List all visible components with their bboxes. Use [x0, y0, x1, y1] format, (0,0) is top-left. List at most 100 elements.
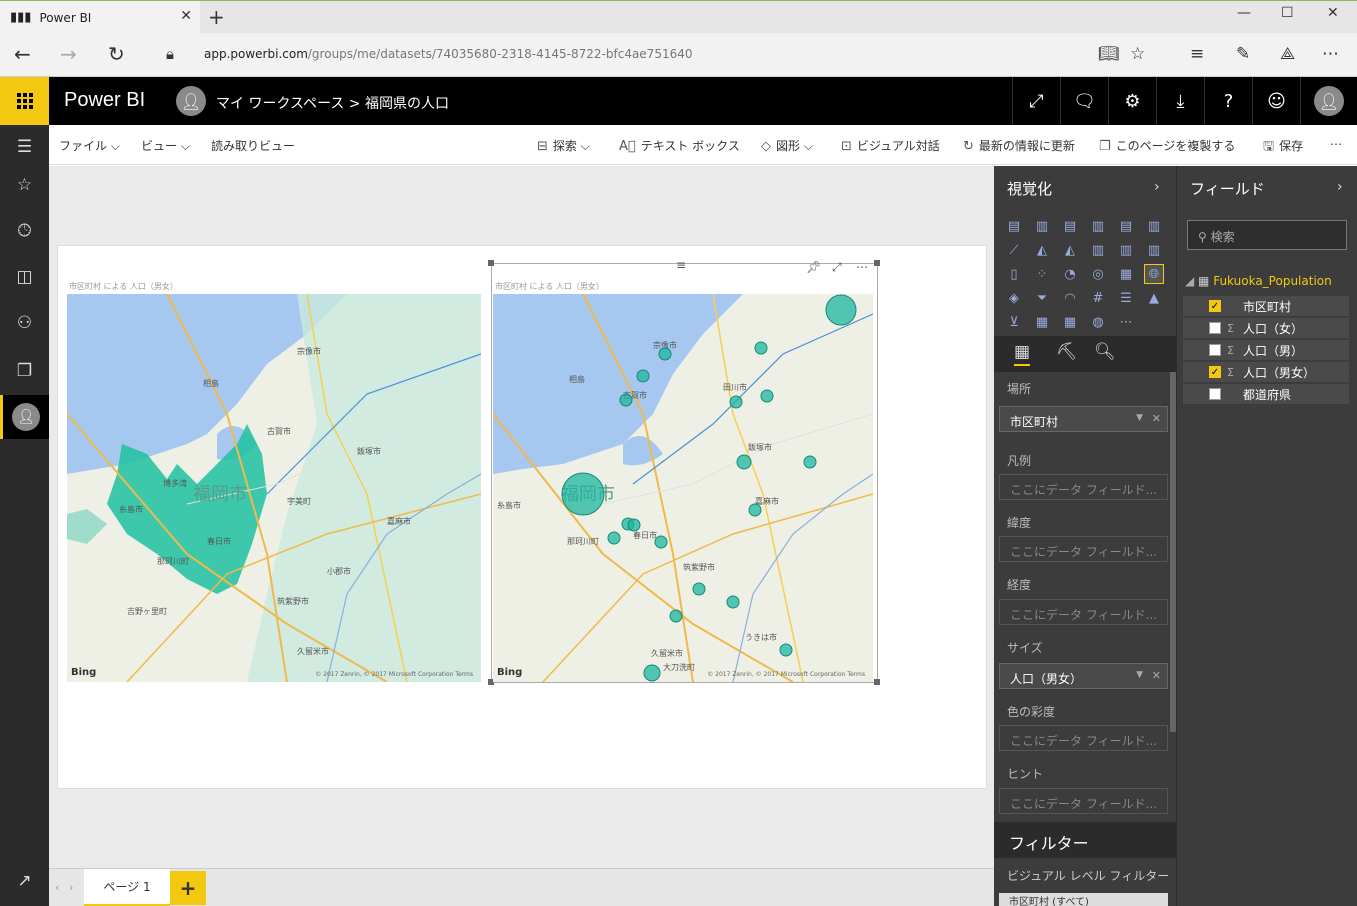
- latitude-well[interactable]: ここにデータ フィールド...: [999, 536, 1168, 562]
- multi-row-card-icon[interactable]: ☰: [1116, 288, 1136, 308]
- hub-icon[interactable]: ≡: [1190, 44, 1204, 64]
- resize-handle[interactable]: [874, 260, 880, 266]
- forward-icon[interactable]: →: [60, 42, 77, 66]
- visual-interaction-button[interactable]: ⊡ ビジュアル対話: [841, 137, 940, 154]
- share-icon[interactable]: ⟁: [1280, 44, 1295, 64]
- workspaces-icon[interactable]: ❐: [0, 349, 49, 393]
- well-dropdown-icon[interactable]: ▼: [1136, 413, 1143, 423]
- favorites-star-icon[interactable]: ☆: [0, 163, 49, 207]
- longitude-well[interactable]: ここにデータ フィールド...: [999, 599, 1168, 625]
- ribbon-chart-icon[interactable]: ▥: [1144, 240, 1164, 260]
- card-icon[interactable]: #: [1088, 288, 1108, 308]
- gauge-icon[interactable]: ◠: [1060, 288, 1080, 308]
- text-box-button[interactable]: A⃞ テキスト ボックス: [619, 137, 740, 154]
- field-item[interactable]: ✓ 市区町村: [1183, 296, 1349, 316]
- collapse-fields-pane-icon[interactable]: ›: [1337, 179, 1343, 195]
- favorite-star-icon[interactable]: ☆: [1130, 44, 1145, 64]
- toolbar-more-icon[interactable]: ⋯: [1330, 137, 1342, 151]
- remove-field-icon[interactable]: ✕: [1152, 669, 1161, 682]
- filled-map-icon[interactable]: ◈: [1004, 288, 1024, 308]
- 100-bar-chart-icon[interactable]: ▤: [1116, 216, 1136, 236]
- resize-handle[interactable]: [488, 260, 494, 266]
- stacked-bar-chart-icon[interactable]: ▤: [1004, 216, 1024, 236]
- breadcrumb[interactable]: マイ ワークスペース > 福岡県の人口: [216, 93, 449, 113]
- page-prev-icon[interactable]: ‹: [55, 881, 59, 894]
- arcgis-globe-icon[interactable]: ◍: [1088, 312, 1108, 332]
- donut-chart-icon[interactable]: ◎: [1088, 264, 1108, 284]
- add-page-button[interactable]: +: [170, 871, 206, 905]
- table-node[interactable]: ◢ ▦ Fukuoka_Population: [1185, 274, 1332, 288]
- location-well[interactable]: 市区町村 ▼ ✕: [999, 406, 1168, 432]
- page-next-icon[interactable]: ›: [69, 881, 73, 894]
- download-icon[interactable]: ⤓: [1156, 77, 1204, 125]
- well-dropdown-icon[interactable]: ▼: [1136, 670, 1143, 680]
- checkbox-checked[interactable]: ✓: [1209, 300, 1221, 312]
- legend-well[interactable]: ここにデータ フィールド...: [999, 474, 1168, 500]
- map-canvas[interactable]: 福岡市 宗像市 古賀市 飯塚市 嘉麻市 糸島市 春日市 那珂川町 筑紫野市 久留…: [493, 294, 873, 682]
- checkbox[interactable]: [1209, 388, 1221, 400]
- bubble-map-visual[interactable]: 市区町村 による 人口（男女） 福岡市 宗像市 古賀市 飯塚市: [493, 281, 875, 686]
- filled-map-visual[interactable]: 市区町村 による 人口（男女） 福岡市 宗像市 古賀市 飯塚市 宇美町 糸島市 …: [67, 281, 483, 686]
- save-button[interactable]: 🖫︎ 保存: [1263, 137, 1303, 159]
- line-chart-icon[interactable]: ⟋: [1004, 240, 1024, 260]
- shapes-menu[interactable]: ◇ 図形 ⌵: [761, 137, 813, 154]
- app-launcher-icon[interactable]: [0, 77, 49, 125]
- filter-card[interactable]: 市区町村 (すべて): [999, 893, 1168, 906]
- remove-field-icon[interactable]: ✕: [1152, 412, 1161, 425]
- checkbox[interactable]: [1209, 344, 1221, 356]
- pie-chart-icon[interactable]: ◔: [1060, 264, 1080, 284]
- url-field[interactable]: app.powerbi.com/groups/me/datasets/74035…: [204, 47, 693, 61]
- kpi-icon[interactable]: ▲: [1144, 288, 1164, 308]
- minimize-icon[interactable]: —: [1237, 5, 1251, 21]
- field-item[interactable]: ✓ Σ 人口（男女）: [1183, 362, 1349, 382]
- table-icon[interactable]: ▦: [1032, 312, 1052, 332]
- maximize-icon[interactable]: ☐: [1281, 5, 1294, 21]
- checkbox[interactable]: [1209, 322, 1221, 334]
- map-copyright[interactable]: © 2017 Zenrin, © 2017 Microsoft Corporat…: [315, 671, 473, 678]
- scatter-chart-icon[interactable]: ⁘: [1032, 264, 1052, 284]
- help-icon[interactable]: ?: [1204, 77, 1252, 125]
- reading-view-icon[interactable]: 📖︎: [1098, 44, 1120, 64]
- stacked-column-chart-icon[interactable]: ▥: [1032, 216, 1052, 236]
- treemap-icon[interactable]: ▦: [1116, 264, 1136, 284]
- app-brand[interactable]: Power BI: [64, 89, 145, 112]
- 100-column-chart-icon[interactable]: ▥: [1144, 216, 1164, 236]
- get-data-arrow-icon[interactable]: ↗: [0, 859, 49, 903]
- format-paint-roller-icon[interactable]: ⛏︎: [1056, 342, 1078, 362]
- refresh-button[interactable]: ↻ 最新の情報に更新: [963, 137, 1075, 154]
- collapse-viz-pane-icon[interactable]: ›: [1154, 179, 1160, 195]
- view-menu[interactable]: ビュー ⌵: [141, 137, 190, 154]
- browser-tab[interactable]: ▮▮▮ Power BI ✕: [0, 1, 200, 34]
- my-workspace-icon[interactable]: 👤︎: [0, 395, 49, 439]
- feedback-smiley-icon[interactable]: ☺: [1252, 77, 1300, 125]
- funnel-icon[interactable]: ⏷: [1032, 288, 1052, 308]
- field-item[interactable]: Σ 人口（女）: [1183, 318, 1349, 338]
- map-globe-icon[interactable]: 🌐︎: [1144, 264, 1164, 284]
- shared-with-me-icon[interactable]: ⚇: [0, 301, 49, 345]
- field-item[interactable]: Σ 人口（男）: [1183, 340, 1349, 360]
- pin-icon[interactable]: 📌︎: [806, 260, 821, 274]
- field-item[interactable]: 都道府県: [1183, 384, 1349, 404]
- page-tab-1[interactable]: ページ 1: [84, 869, 170, 906]
- comment-icon[interactable]: 🗨︎: [1060, 77, 1108, 125]
- settings-gear-icon[interactable]: ⚙: [1108, 77, 1156, 125]
- line-clustered-column-chart-icon[interactable]: ▥: [1116, 240, 1136, 260]
- back-icon[interactable]: ←: [14, 42, 31, 66]
- analytics-magnifier-icon[interactable]: 🔍︎: [1094, 342, 1116, 362]
- waterfall-chart-icon[interactable]: ▯: [1004, 264, 1024, 284]
- more-visuals-icon[interactable]: ⋯: [1116, 312, 1136, 332]
- slicer-icon[interactable]: ⊻: [1004, 312, 1024, 332]
- close-tab-icon[interactable]: ✕: [180, 8, 192, 24]
- reading-view-button[interactable]: 読み取りビュー: [211, 137, 295, 154]
- checkbox-checked[interactable]: ✓: [1209, 366, 1221, 378]
- file-menu[interactable]: ファイル ⌵: [59, 137, 120, 154]
- matrix-icon[interactable]: ▦: [1060, 312, 1080, 332]
- fields-wells-tab-icon[interactable]: ▦: [1014, 342, 1031, 366]
- map-copyright[interactable]: © 2017 Zenrin, © 2017 Microsoft Corporat…: [707, 671, 865, 678]
- web-note-icon[interactable]: ✎: [1236, 44, 1250, 64]
- line-column-chart-icon[interactable]: ▥: [1088, 240, 1108, 260]
- area-chart-icon[interactable]: ◭: [1032, 240, 1052, 260]
- window-close-icon[interactable]: ✕: [1327, 5, 1339, 21]
- explore-menu[interactable]: ⊟ 探索 ⌵: [537, 137, 590, 154]
- more-icon[interactable]: ⋯: [1322, 44, 1339, 64]
